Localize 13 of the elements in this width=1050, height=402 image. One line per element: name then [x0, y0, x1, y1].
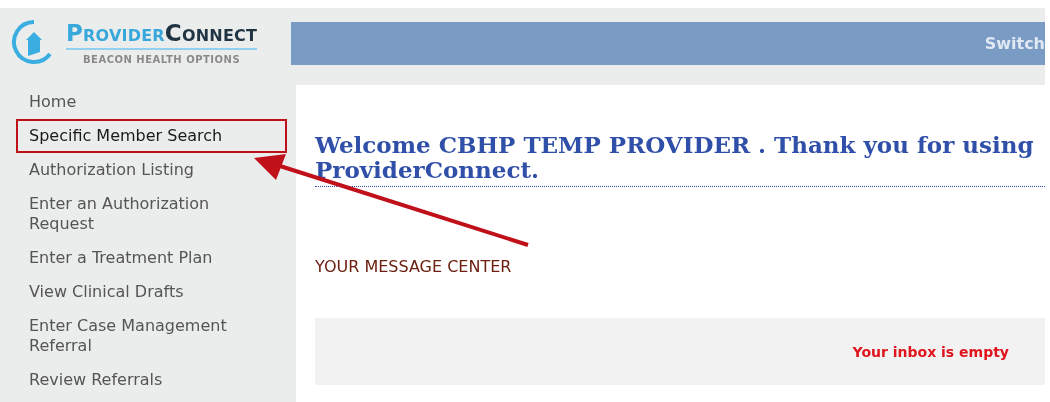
message-center-title: YOUR MESSAGE CENTER	[315, 257, 513, 276]
sidebar-link[interactable]: Specific Member Search	[16, 119, 287, 153]
sidebar-link[interactable]: Authorization Listing	[16, 153, 287, 187]
welcome-heading: Welcome CBHP TEMP PROVIDER . Thank you for using ProviderConnect.	[315, 132, 1045, 187]
sidebar-link[interactable]: Home	[16, 85, 287, 119]
sidebar-link[interactable]: Enter Case Management Referral	[16, 309, 287, 363]
sidebar-link[interactable]: Review Referrals	[16, 363, 287, 397]
inbox-status: Your inbox is empty	[852, 343, 1009, 360]
sidebar-link[interactable]: View Clinical Drafts	[16, 275, 287, 309]
sidebar-link[interactable]: Enter a Treatment Plan	[16, 241, 287, 275]
sidebar-link[interactable]: Enter an Authorization Request	[16, 187, 287, 241]
logo-wordmark: ProviderConnect	[66, 19, 258, 50]
logo-tagline: BEACON HEALTH OPTIONS	[82, 53, 241, 65]
